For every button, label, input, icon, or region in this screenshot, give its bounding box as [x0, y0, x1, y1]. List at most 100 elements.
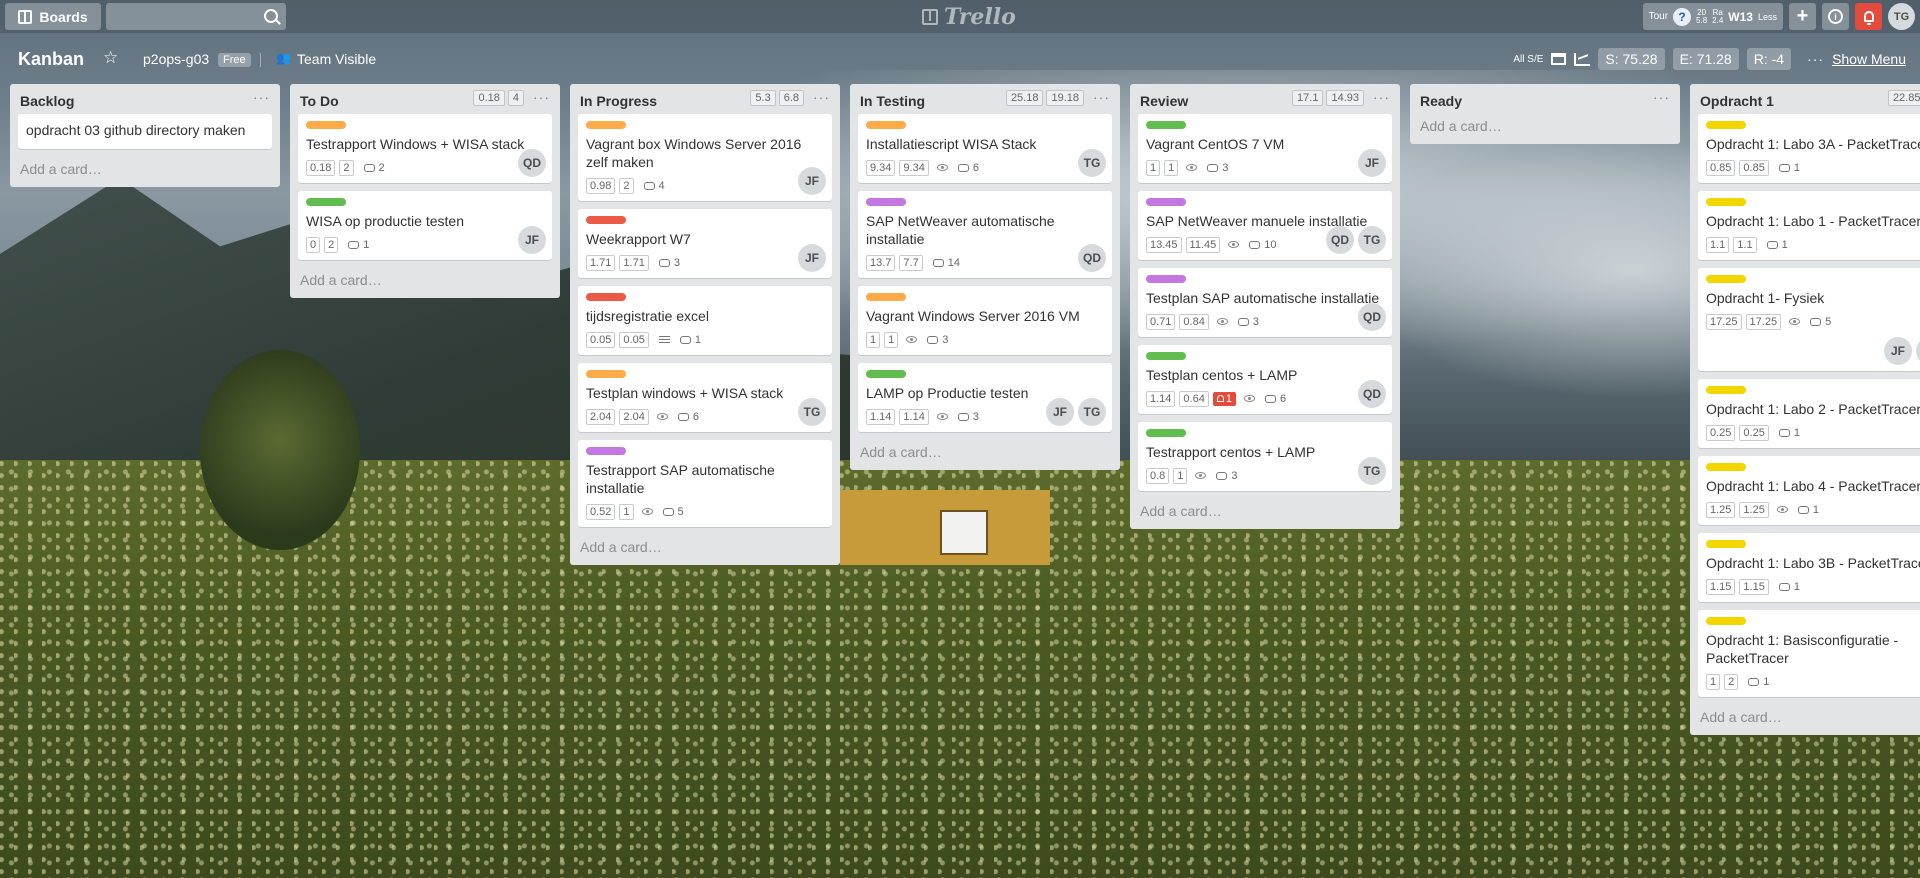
visibility-button[interactable]: Team Visible: [297, 51, 376, 67]
card[interactable]: tijdsregistratie excel 0.05 0.05 1: [578, 286, 832, 355]
list-header[interactable]: Review 17.1 14.93 ···: [1130, 84, 1400, 114]
member-avatar[interactable]: JF: [798, 244, 826, 272]
member-avatar[interactable]: JF: [798, 167, 826, 195]
list-title[interactable]: To Do: [300, 93, 339, 109]
list-title[interactable]: Backlog: [20, 93, 74, 109]
card[interactable]: SAP NetWeaver manuele installatie 13.45 11…: [1138, 191, 1392, 260]
list-menu-icon[interactable]: ···: [1653, 89, 1670, 105]
calendar-icon[interactable]: [1551, 53, 1567, 65]
card[interactable]: Vagrant box Windows Server 2016 zelf mak…: [578, 114, 832, 201]
list-in-testing[interactable]: In Testing 25.18 19.18 ··· Installatiescript…: [850, 84, 1120, 470]
list-header[interactable]: Ready ···: [1410, 84, 1680, 114]
list-review[interactable]: Review 17.1 14.93 ··· Vagrant CentOS 7 VM 1 1 3…: [1130, 84, 1400, 529]
member-avatar[interactable]: QD: [1326, 226, 1354, 254]
tour-icon[interactable]: ?: [1673, 7, 1692, 26]
user-avatar[interactable]: TG: [1888, 3, 1915, 30]
list-menu-icon[interactable]: ···: [813, 89, 830, 105]
card-label-purple: [1146, 275, 1186, 283]
star-icon[interactable]: ☆: [103, 48, 118, 68]
notifications-button[interactable]: [1855, 3, 1882, 30]
list-menu-icon[interactable]: ···: [1093, 89, 1110, 105]
member-avatar[interactable]: JF: [518, 226, 546, 254]
add-card-link[interactable]: Add a card…: [290, 268, 560, 298]
less-toggle[interactable]: Less: [1758, 12, 1777, 22]
card[interactable]: Opdracht 1: Labo 3A - PacketTracer 0.85 0.…: [1698, 114, 1920, 183]
card[interactable]: Opdracht 1: Labo 4 - PacketTracer 1.25 1.2…: [1698, 456, 1920, 525]
tour-label[interactable]: Tour: [1649, 11, 1668, 22]
card[interactable]: Installatiescript WISA Stack 9.34 9.34 6 TG: [858, 114, 1112, 183]
list-title[interactable]: Ready: [1420, 93, 1462, 109]
member-avatar[interactable]: QD: [518, 149, 546, 177]
add-card-link[interactable]: Add a card…: [1690, 705, 1920, 735]
add-card-link[interactable]: Add a card…: [1410, 114, 1680, 144]
list-title[interactable]: Review: [1140, 93, 1188, 109]
list-header[interactable]: In Progress 5.3 6.8 ···: [570, 84, 840, 114]
boards-button[interactable]: Boards: [5, 3, 101, 30]
member-avatar[interactable]: TG: [798, 398, 826, 426]
card[interactable]: Opdracht 1: Labo 1 - PacketTracer 1.1 1.1 1: [1698, 191, 1920, 260]
card[interactable]: Testrapport centos + LAMP 0.8 1 3 TG: [1138, 422, 1392, 491]
member-avatar[interactable]: JF: [1358, 149, 1386, 177]
card[interactable]: LAMP op Productie testen 1.14 1.14 3 JF TG: [858, 363, 1112, 432]
card[interactable]: Testplan SAP automatische installatie 0.7…: [1138, 268, 1392, 337]
search-icon[interactable]: [264, 9, 278, 23]
list-title[interactable]: In Testing: [860, 93, 925, 109]
member-avatar[interactable]: QD: [1358, 303, 1386, 331]
card[interactable]: Testplan centos + LAMP 1.14 0.64 1 6 QD: [1138, 345, 1392, 414]
all-se-label[interactable]: All S/E: [1513, 54, 1543, 65]
member-avatar[interactable]: JF: [1046, 398, 1074, 426]
list-title[interactable]: In Progress: [580, 93, 657, 109]
member-avatar[interactable]: QD: [1078, 244, 1106, 272]
add-card-link[interactable]: Add a card…: [10, 157, 280, 187]
list-header[interactable]: To Do 0.18 4 ···: [290, 84, 560, 114]
chart-icon[interactable]: [1574, 52, 1591, 66]
card-members: QD: [518, 149, 546, 177]
member-avatar[interactable]: QD: [1916, 337, 1920, 365]
list-menu-icon[interactable]: ···: [533, 89, 550, 105]
list-header[interactable]: Backlog ···: [10, 84, 280, 114]
info-button[interactable]: i: [1822, 3, 1849, 30]
card[interactable]: SAP NetWeaver automatische installatie 13…: [858, 191, 1112, 278]
list-ready[interactable]: Ready ··· Add a card…: [1410, 84, 1680, 144]
card[interactable]: Opdracht 1: Basisconfiguratie - PacketTr…: [1698, 610, 1920, 697]
list-header[interactable]: Opdracht 1 22.8523.85: [1690, 84, 1920, 114]
card[interactable]: Opdracht 1: Labo 3B - PacketTracer 1.15 1.…: [1698, 533, 1920, 602]
list-to-do[interactable]: To Do 0.18 4 ··· Testrapport Windows + WISA …: [290, 84, 560, 298]
list-in-progress[interactable]: In Progress 5.3 6.8 ··· Vagrant box Windows …: [570, 84, 840, 565]
card-title: Vagrant CentOS 7 VM: [1146, 136, 1285, 152]
card[interactable]: Testrapport SAP automatische installatie…: [578, 440, 832, 527]
list-header[interactable]: In Testing 25.18 19.18 ···: [850, 84, 1120, 114]
add-button[interactable]: +: [1789, 3, 1816, 30]
list-menu-icon[interactable]: ···: [1373, 89, 1390, 105]
card[interactable]: opdracht 03 github directory maken: [18, 114, 272, 149]
list-backlog[interactable]: Backlog ··· opdracht 03 github directory m…: [10, 84, 280, 187]
card[interactable]: WISA op productie testen 0 2 1 JF: [298, 191, 552, 260]
show-menu-link[interactable]: Show Menu: [1832, 51, 1906, 67]
member-avatar[interactable]: TG: [1078, 149, 1106, 177]
member-avatar[interactable]: TG: [1358, 226, 1386, 254]
board-title[interactable]: Kanban: [18, 49, 84, 70]
trello-logo[interactable]: Trello: [922, 4, 1016, 30]
add-card-link[interactable]: Add a card…: [850, 440, 1120, 470]
header-stats[interactable]: Tour ? 20 5.8 Ra 2.4 W13 Less: [1642, 3, 1783, 30]
list-title[interactable]: Opdracht 1: [1700, 93, 1774, 109]
list-menu-icon[interactable]: ···: [253, 89, 270, 105]
card[interactable]: Vagrant Windows Server 2016 VM 1 1 3: [858, 286, 1112, 355]
card[interactable]: Testrapport Windows + WISA stack 0.18 2 2 QD: [298, 114, 552, 183]
menu-dots-icon[interactable]: ···: [1807, 51, 1824, 67]
card[interactable]: Weekrapport W7 1.71 1.71 3 JF: [578, 209, 832, 278]
card[interactable]: Opdracht 1- Fysiek 17.2517.25 5 JFQD: [1698, 268, 1920, 371]
list-opdracht-1[interactable]: Opdracht 1 22.8523.85 Opdracht 1: Labo 3A …: [1690, 84, 1920, 735]
card-badges: 11 3: [1146, 158, 1384, 177]
member-avatar[interactable]: JF: [1884, 337, 1912, 365]
card[interactable]: Vagrant CentOS 7 VM 1 1 3 JF: [1138, 114, 1392, 183]
member-avatar[interactable]: TG: [1358, 457, 1386, 485]
card[interactable]: Testplan windows + WISA stack 2.04 2.04 6 TG: [578, 363, 832, 432]
add-card-link[interactable]: Add a card…: [570, 535, 840, 565]
add-card-link[interactable]: Add a card…: [1130, 499, 1400, 529]
search-input[interactable]: [106, 3, 286, 30]
member-avatar[interactable]: TG: [1078, 398, 1106, 426]
card[interactable]: Opdracht 1: Labo 2 - PacketTracer 0.25 0.2…: [1698, 379, 1920, 448]
member-avatar[interactable]: QD: [1358, 380, 1386, 408]
team-name[interactable]: p2ops-g03: [143, 51, 209, 67]
